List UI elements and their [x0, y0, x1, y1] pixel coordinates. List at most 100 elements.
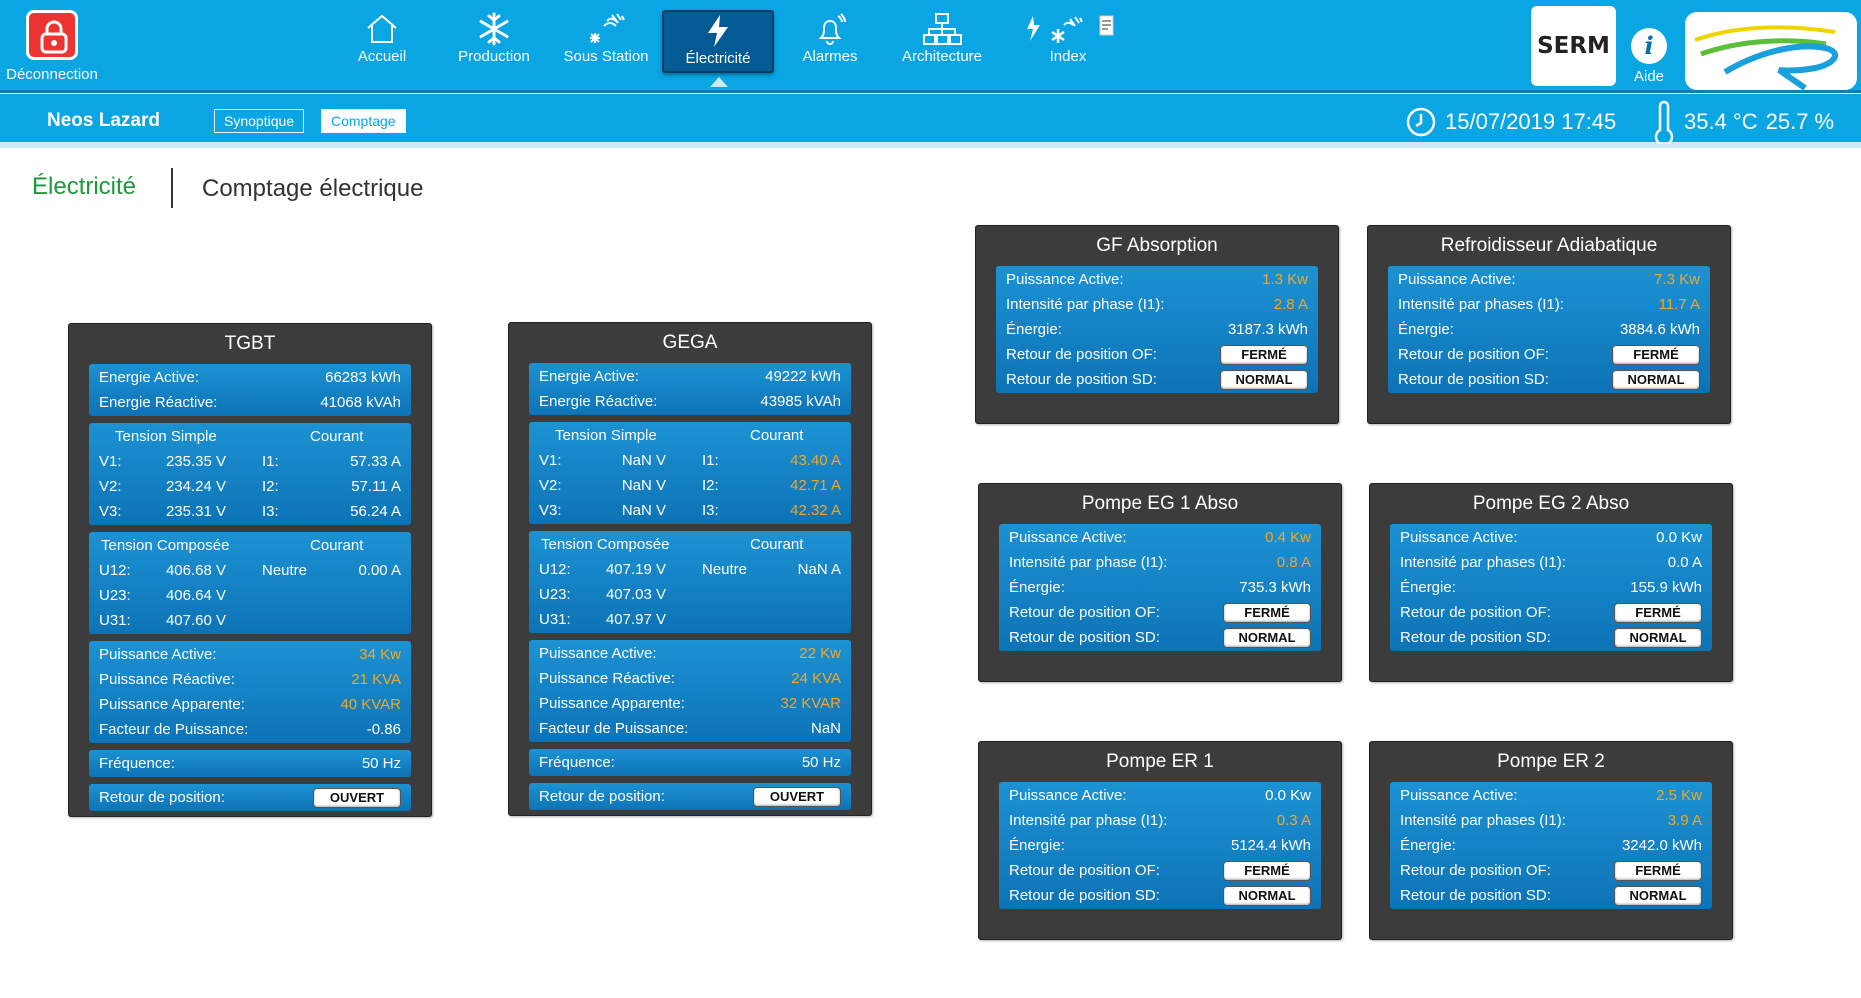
value: 407.97 V	[605, 611, 666, 628]
of-status-button[interactable]: FERMÉ	[1612, 344, 1700, 365]
sd-status-button[interactable]: NORMAL	[1223, 885, 1311, 906]
label: Retour de position SD:	[1400, 887, 1551, 904]
label: Retour de position:	[539, 788, 665, 805]
position-block: Retour de position: OUVERT	[529, 783, 851, 810]
label: Puissance Active:	[1400, 529, 1518, 546]
clock-icon	[1406, 107, 1436, 137]
value: 0.0 A	[1667, 554, 1702, 571]
humidity-text: 25.7 %	[1765, 109, 1835, 134]
column-header: Tension Simple	[555, 427, 657, 444]
value: 406.68 V	[165, 562, 226, 579]
panel-title: Pompe ER 1	[1106, 751, 1214, 772]
panel-pompe-er1: Pompe ER 1 Puissance Active: 0.0 Kw Inten…	[978, 741, 1342, 940]
substation-icon	[550, 10, 662, 48]
nav-electricite[interactable]: Électricité	[662, 10, 774, 87]
label: Intensité par phase (I1):	[1009, 554, 1168, 571]
simple-voltage-block: Tension Simple Courant V1: NaN V I1: 43.40 A…	[529, 422, 851, 524]
value: 49222 kWh	[765, 368, 841, 385]
panel-title: Pompe EG 2 Abso	[1472, 493, 1630, 514]
sd-status-button[interactable]: NORMAL	[1614, 627, 1702, 648]
value: 57.11 A	[351, 478, 401, 495]
help-button[interactable]: i Aide	[1629, 28, 1669, 85]
value: 66283 kWh	[325, 369, 401, 386]
value: 0.4 Kw	[1265, 529, 1311, 546]
value: 3.9 A	[1667, 812, 1702, 829]
tab-comptage[interactable]: Comptage	[321, 109, 406, 133]
lock-icon	[26, 10, 78, 60]
position-status-button[interactable]: OUVERT	[753, 786, 841, 807]
label: Puissance Réactive:	[539, 670, 675, 687]
value: 5124.4 kWh	[1230, 837, 1311, 854]
thermometer-icon	[1654, 100, 1674, 144]
compound-voltage-block: Tension Composée Courant U12: 407.19 V Neut…	[529, 531, 851, 633]
panel-tgbt: TGBT Energie Active: 66283 kWh Energie Ré…	[68, 323, 432, 817]
value: 0.8 A	[1276, 554, 1311, 571]
sd-status-button[interactable]: NORMAL	[1220, 369, 1308, 390]
value: NaN V	[621, 477, 666, 494]
position-block: Retour de position: OUVERT	[89, 784, 411, 811]
value: NaN V	[621, 502, 666, 519]
label: Puissance Active:	[1009, 529, 1127, 546]
sd-status-button[interactable]: NORMAL	[1612, 369, 1700, 390]
column-header: Courant	[310, 537, 364, 554]
of-status-button[interactable]: FERMÉ	[1223, 860, 1311, 881]
value: 34 Kw	[359, 646, 401, 663]
label: Puissance Réactive:	[99, 671, 235, 688]
label: Retour de position SD:	[1398, 371, 1549, 388]
nav-index[interactable]: Index	[1012, 10, 1124, 73]
equipment-data-block: Puissance Active: 0.0 Kw Intensité par ph…	[999, 782, 1321, 909]
value: 234.24 V	[165, 478, 226, 495]
value: 407.60 V	[165, 612, 226, 629]
label: Energie Réactive:	[539, 393, 658, 410]
company-logo	[1685, 12, 1857, 91]
position-status-button[interactable]: OUVERT	[313, 787, 401, 808]
label: Intensité par phases (I1):	[1400, 812, 1566, 829]
nav-alarmes[interactable]: Alarmes	[774, 10, 886, 73]
of-status-button[interactable]: FERMÉ	[1223, 602, 1311, 623]
label: Puissance Active:	[1009, 787, 1127, 804]
column-header: Tension Composée	[541, 536, 670, 553]
label: V2:	[539, 477, 562, 494]
energy-block: Energie Active: 49222 kWh Energie Réactiv…	[529, 363, 851, 415]
nav-sous-station[interactable]: Sous Station	[550, 10, 662, 73]
panel-gf-absorption: GF Absorption Puissance Active: 1.3 Kw In…	[975, 225, 1339, 424]
label: Puissance Active:	[1398, 271, 1516, 288]
sd-status-button[interactable]: NORMAL	[1223, 627, 1311, 648]
nav-accueil[interactable]: Accueil	[326, 10, 438, 73]
panel-title: Pompe EG 1 Abso	[1081, 493, 1239, 514]
label: Fréquence:	[99, 755, 175, 772]
value: 155.9 kWh	[1630, 579, 1702, 596]
of-status-button[interactable]: FERMÉ	[1614, 860, 1702, 881]
bell-icon	[774, 10, 886, 48]
equipment-data-block: Puissance Active: 1.3 Kw Intensité par ph…	[996, 266, 1318, 393]
network-icon	[886, 10, 998, 48]
value: 57.33 A	[350, 453, 401, 470]
sd-status-button[interactable]: NORMAL	[1614, 885, 1702, 906]
label: Energie Active:	[99, 369, 200, 386]
of-status-button[interactable]: FERMÉ	[1614, 602, 1702, 623]
label: Retour de position OF:	[1400, 604, 1551, 621]
label: V1:	[99, 453, 122, 470]
value: 0.0 Kw	[1656, 529, 1702, 546]
value: NaN	[810, 720, 841, 737]
nav-label: Architecture	[901, 48, 983, 65]
label: Retour de position:	[99, 789, 225, 806]
nav-production[interactable]: Production	[438, 10, 550, 73]
tab-synoptique[interactable]: Synoptique	[214, 109, 305, 133]
label: Puissance Apparente:	[539, 695, 685, 712]
label: Retour de position OF:	[1006, 346, 1157, 363]
value: 406.64 V	[165, 587, 226, 604]
label: Neutre	[262, 562, 308, 579]
label: Energie Réactive:	[99, 394, 218, 411]
label: Retour de position SD:	[1400, 629, 1551, 646]
nav-architecture[interactable]: Architecture	[886, 10, 998, 73]
logout-button[interactable]: Déconnection	[6, 8, 98, 86]
label: U23:	[99, 587, 131, 604]
value: 2.5 Kw	[1656, 787, 1702, 804]
home-icon	[326, 10, 438, 48]
label: Énergie:	[1009, 837, 1065, 854]
value: 40 KVAR	[340, 696, 401, 713]
label: Energie Active:	[539, 368, 640, 385]
breadcrumb-section[interactable]: Électricité	[32, 173, 136, 201]
of-status-button[interactable]: FERMÉ	[1220, 344, 1308, 365]
